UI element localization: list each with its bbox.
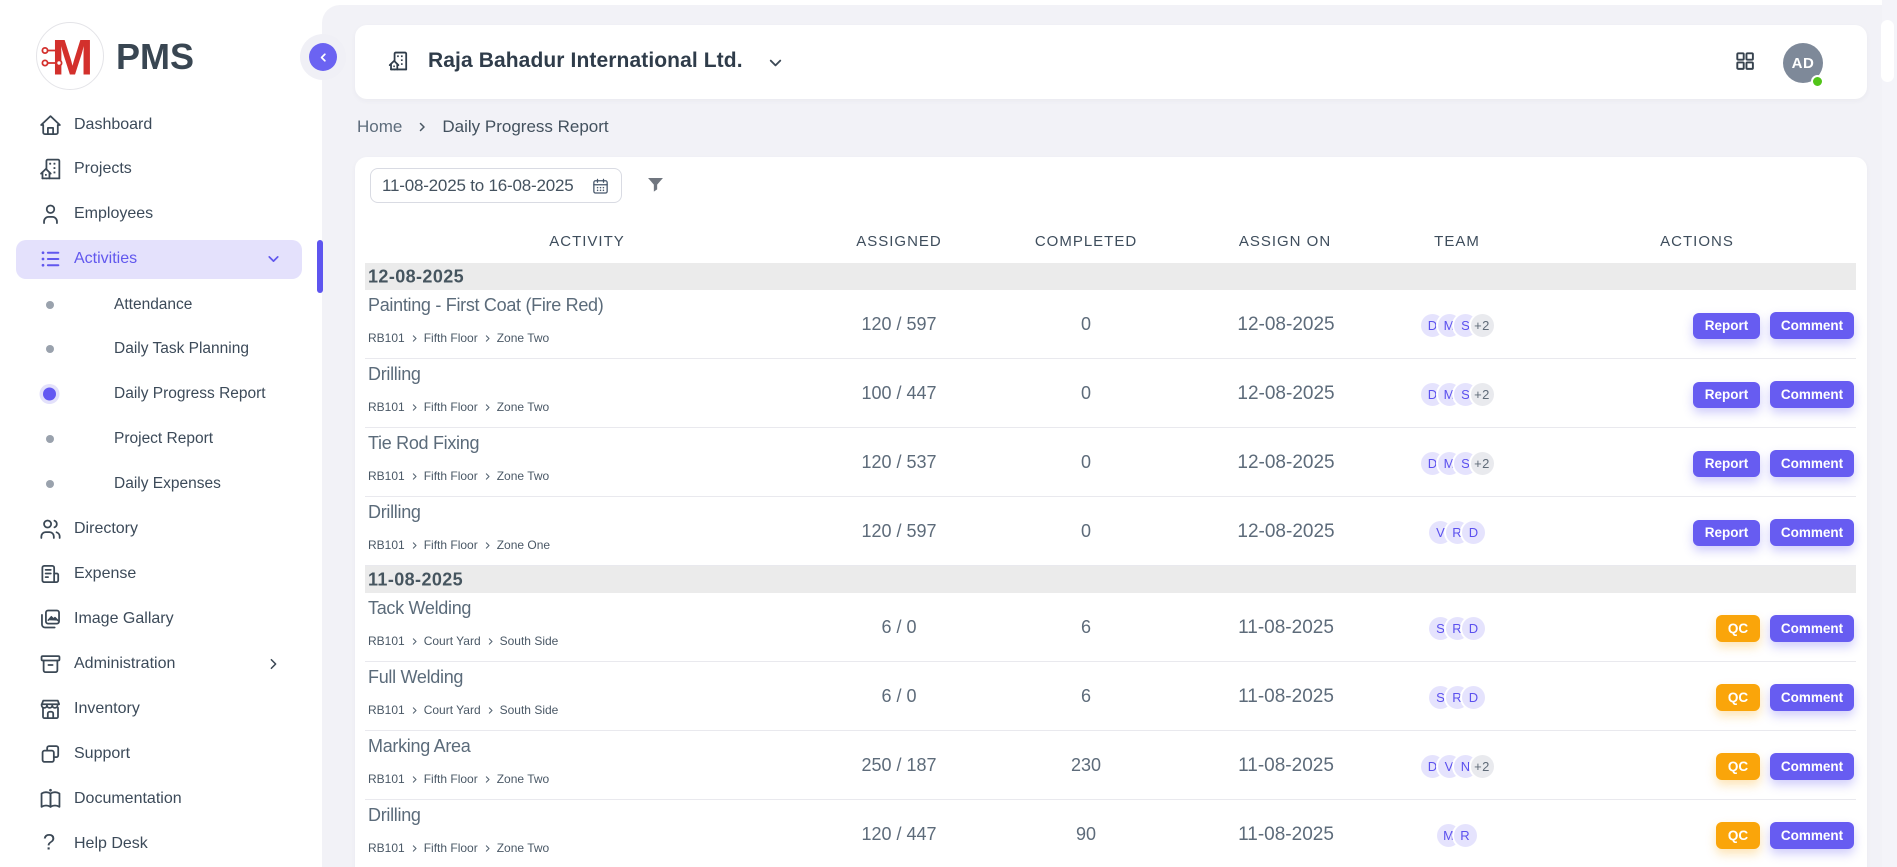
svg-text:M: M xyxy=(52,30,94,86)
